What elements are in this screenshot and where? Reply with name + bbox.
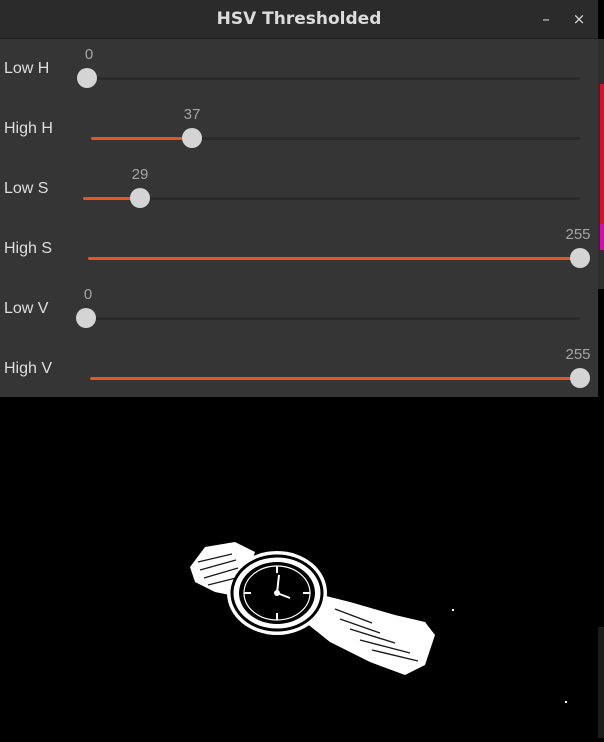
slider-row-low-v: Low V 0 — [0, 279, 598, 339]
slider-fill — [91, 137, 192, 140]
minimize-icon[interactable]: – — [535, 0, 557, 38]
slider-knob[interactable] — [130, 188, 150, 208]
slider-track[interactable] — [87, 77, 580, 80]
right-scroll-edge — [598, 627, 604, 738]
background-window-edge — [598, 39, 604, 289]
slider-value: 0 — [84, 46, 94, 63]
slider-value: 29 — [131, 166, 149, 183]
slider-track[interactable] — [88, 257, 580, 260]
window-title: HSV Thresholded — [216, 9, 382, 29]
slider-track[interactable] — [83, 197, 580, 200]
slider-knob[interactable] — [76, 308, 96, 328]
slider-fill — [90, 377, 580, 380]
close-icon[interactable]: × — [568, 0, 590, 38]
slider-track[interactable] — [90, 377, 580, 380]
slider-label: Low H — [4, 60, 50, 77]
slider-track[interactable] — [86, 317, 580, 320]
slider-label: Low V — [4, 300, 49, 317]
title-bar[interactable]: HSV Thresholded – × — [0, 0, 598, 39]
slider-row-high-v: High V 255 — [0, 339, 598, 399]
slider-track[interactable] — [91, 137, 580, 140]
slider-label: High S — [4, 240, 53, 257]
slider-row-high-s: High S 255 — [0, 219, 598, 279]
edge-magenta-strip — [600, 224, 604, 250]
slider-row-low-h: Low H 0 — [0, 39, 598, 99]
slider-label: High V — [4, 360, 53, 377]
trackbar-panel: Low H 0 High H 37 Low S 29 High S 255 Lo… — [0, 39, 598, 397]
slider-knob[interactable] — [182, 128, 202, 148]
slider-label: Low S — [4, 180, 49, 197]
thresholded-image — [0, 397, 604, 738]
slider-row-high-h: High H 37 — [0, 99, 598, 159]
slider-label: High H — [4, 120, 53, 137]
slider-fill — [88, 257, 580, 260]
slider-value: 255 — [565, 226, 591, 243]
slider-knob[interactable] — [77, 68, 97, 88]
edge-red-strip — [600, 84, 604, 224]
slider-knob[interactable] — [570, 248, 590, 268]
slider-value: 0 — [83, 286, 93, 303]
slider-row-low-s: Low S 29 — [0, 159, 598, 219]
slider-value: 37 — [183, 106, 201, 123]
thresholded-watch-image — [190, 542, 567, 703]
slider-value: 255 — [565, 346, 591, 363]
slider-knob[interactable] — [570, 368, 590, 388]
